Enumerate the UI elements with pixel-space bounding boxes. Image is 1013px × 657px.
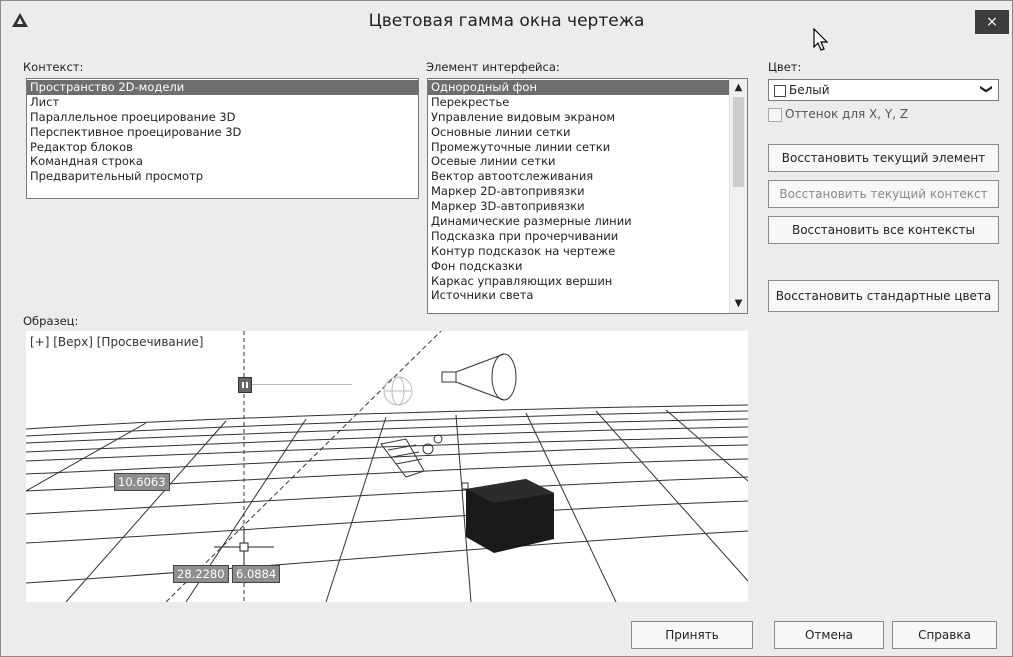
list-item[interactable]: Однородный фон	[428, 80, 729, 95]
cancel-button[interactable]: Отмена	[774, 621, 884, 649]
preview-label: Образец:	[23, 314, 79, 328]
list-item[interactable]: Редактор блоков	[27, 140, 418, 155]
list-item[interactable]: Управление видовым экраном	[428, 110, 729, 125]
list-item[interactable]: Осевые линии сетки	[428, 154, 729, 169]
coord-tooltip-x: 28.2280	[173, 565, 229, 583]
element-list-scrollbar[interactable]: ▲ ▼	[729, 79, 747, 313]
globe-light-icon	[383, 376, 413, 406]
mouse-cursor-icon	[813, 28, 829, 51]
list-item[interactable]: Параллельное проецирование 3D	[27, 110, 418, 125]
coord-tooltip-distance: 10.6063	[114, 473, 170, 491]
context-label: Контекст:	[23, 60, 84, 74]
color-label: Цвет:	[768, 60, 802, 74]
restore-element-button[interactable]: Восстановить текущий элемент	[768, 144, 999, 172]
list-item[interactable]: Вектор автоотслеживания	[428, 169, 729, 184]
restore-all-button[interactable]: Восстановить все контексты	[768, 216, 999, 244]
list-item[interactable]: Предварительный просмотр	[27, 169, 418, 184]
list-item[interactable]: Подсказка при прочерчивании	[428, 229, 729, 244]
viewport-controls[interactable]: [+] [Верх] [Просвечивание]	[30, 335, 203, 349]
list-item[interactable]: Командная строка	[27, 154, 418, 169]
preview-viewport: [+] [Верх] [Просвечивание] 10.6063 28.22…	[26, 331, 748, 602]
list-item[interactable]: Каркас управляющих вершин	[428, 274, 729, 289]
preview-drawing	[26, 331, 748, 602]
list-item[interactable]: Маркер 3D-автопривязки	[428, 199, 729, 214]
coord-tooltip-y: 6.0884	[232, 565, 281, 583]
scroll-up-icon[interactable]: ▲	[730, 81, 747, 95]
restore-context-button[interactable]: Восстановить текущий контекст	[768, 180, 999, 208]
spot-light-icon	[441, 353, 517, 401]
dialog-title: Цветовая гамма окна чертежа	[368, 11, 645, 31]
list-item[interactable]: Промежуточные линии сетки	[428, 140, 729, 155]
color-scheme-dialog: Цветовая гамма окна чертежа × Контекст: …	[0, 0, 1013, 657]
list-item[interactable]: Перекрестье	[428, 95, 729, 110]
color-swatch-icon	[774, 85, 786, 97]
tracking-vector	[165, 331, 442, 602]
list-item[interactable]: Лист	[27, 95, 418, 110]
crosshair	[214, 527, 274, 567]
cube-object	[461, 479, 554, 553]
context-list[interactable]: Пространство 2D-модели Лист Параллельное п…	[26, 78, 419, 199]
scroll-down-icon[interactable]: ▼	[730, 297, 747, 311]
accept-button[interactable]: Принять	[631, 621, 753, 649]
list-item[interactable]: Динамические размерные линии	[428, 214, 729, 229]
list-item[interactable]: Фон подсказки	[428, 259, 729, 274]
list-item[interactable]: Источники света	[428, 288, 729, 303]
chevron-down-icon: ❯	[979, 83, 994, 95]
list-item[interactable]: Маркер 2D-автопривязки	[428, 184, 729, 199]
list-item[interactable]: Основные линии сетки	[428, 125, 729, 140]
restore-default-button[interactable]: Восстановить стандартные цвета	[768, 280, 999, 312]
tint-xyz-label: Оттенок для X, Y, Z	[785, 107, 909, 121]
element-label: Элемент интерфейса:	[426, 60, 560, 74]
color-select-value: Белый	[789, 83, 830, 97]
grip-icon	[238, 377, 252, 393]
close-button[interactable]: ×	[975, 10, 1009, 34]
close-icon: ×	[986, 14, 998, 30]
list-item[interactable]: Пространство 2D-модели	[27, 80, 418, 95]
grip-line	[252, 384, 352, 385]
ground-grid	[26, 404, 748, 602]
list-item[interactable]: Перспективное проецирование 3D	[27, 125, 418, 140]
element-list[interactable]: Однородный фон Перекрестье Управление видо…	[427, 78, 748, 314]
title-bar: Цветовая гамма окна чертежа ×	[1, 1, 1012, 41]
help-button[interactable]: Справка	[892, 621, 997, 649]
color-select[interactable]: Белый ❯	[768, 79, 999, 101]
scroll-thumb[interactable]	[733, 97, 744, 187]
tint-xyz-checkbox[interactable]	[768, 108, 782, 122]
list-item[interactable]: Контур подсказок на чертеже	[428, 244, 729, 259]
